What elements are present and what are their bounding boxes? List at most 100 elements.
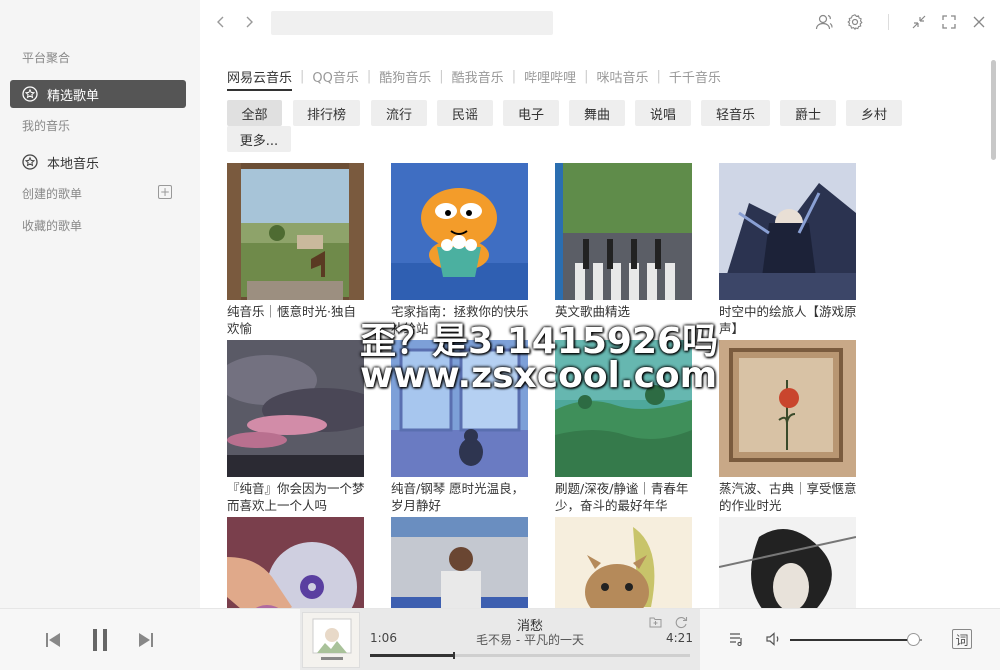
playlist-title[interactable]: 『纯音』你会因为一个梦而喜欢上一个人吗 xyxy=(227,480,365,514)
platform-tab[interactable]: 网易云音乐 xyxy=(227,67,293,91)
user-icon xyxy=(815,14,833,30)
tag-chip[interactable]: 乡村 xyxy=(846,100,902,126)
sidebar-heading-my-music: 我的音乐 xyxy=(22,119,71,133)
tag-chip[interactable]: 说唱 xyxy=(635,100,691,126)
skip-next-icon xyxy=(139,633,153,647)
playlist-queue-button[interactable] xyxy=(728,630,746,648)
add-to-playlist-button[interactable] xyxy=(648,615,662,629)
sidebar-item-created-playlists[interactable]: 创建的歌单 xyxy=(22,185,82,202)
tag-chip[interactable]: 流行 xyxy=(371,100,427,126)
sidebar-heading-platform: 平台聚合 xyxy=(22,51,71,65)
volume-slider[interactable] xyxy=(790,633,922,646)
tag-chip[interactable]: 电子 xyxy=(503,100,559,126)
user-button[interactable] xyxy=(814,12,834,32)
playlist-cover[interactable] xyxy=(555,340,692,477)
repeat-mode-button[interactable] xyxy=(673,614,689,630)
playlist-card[interactable]: 英文歌曲精选 xyxy=(555,163,693,337)
compress-icon xyxy=(912,15,926,29)
platform-tab[interactable]: 千千音乐 xyxy=(669,67,721,86)
gear-icon xyxy=(847,14,863,31)
playlist-cover[interactable] xyxy=(555,163,692,300)
platform-separator: | xyxy=(511,69,517,84)
playlist-title[interactable]: 蒸汽波、古典｜享受惬意的作业时光 xyxy=(719,480,857,514)
folder-add-icon xyxy=(649,617,661,628)
sidebar: 平台聚合 精选歌单 我的音乐 本地音乐 创建的歌单 + 收藏的歌单 xyxy=(0,0,200,608)
tag-chip[interactable]: 舞曲 xyxy=(569,100,625,126)
playlist-title[interactable]: 刷题/深夜/静谧｜青春年少，奋斗的最好年华 xyxy=(555,480,693,514)
platform-tab[interactable]: 酷我音乐 xyxy=(452,67,504,86)
tag-chip[interactable]: 更多... xyxy=(227,126,291,152)
content-scrollbar[interactable] xyxy=(991,60,996,160)
maximize-button[interactable] xyxy=(939,12,959,32)
repeat-icon xyxy=(675,617,688,629)
tag-chip[interactable]: 民谣 xyxy=(437,100,493,126)
music-app-window: 平台聚合 精选歌单 我的音乐 本地音乐 创建的歌单 + 收藏的歌单 网易云音乐 … xyxy=(0,0,1000,670)
sidebar-item-label: 本地音乐 xyxy=(47,156,100,172)
playlist-card[interactable]: 蒸汽波、古典｜享受惬意的作业时光 xyxy=(719,340,857,514)
previous-track-button[interactable] xyxy=(44,629,62,651)
playlist-card[interactable]: 刷题/深夜/静谧｜青春年少，奋斗的最好年华 xyxy=(555,340,693,514)
back-button[interactable] xyxy=(213,12,229,32)
forward-button[interactable] xyxy=(241,12,257,32)
tag-chip[interactable]: 排行榜 xyxy=(293,100,360,126)
add-playlist-button[interactable]: + xyxy=(158,185,172,199)
platform-separator: | xyxy=(366,69,372,84)
sidebar-item-label: 精选歌单 xyxy=(47,88,100,104)
platform-separator: | xyxy=(300,69,305,84)
platform-tab[interactable]: 咪咕音乐 xyxy=(596,67,648,86)
playlist-icon xyxy=(730,633,742,646)
playlist-card[interactable]: 时空中的绘旅人【游戏原声】 xyxy=(719,163,857,337)
star-icon xyxy=(22,154,38,170)
now-playing-artist: 毛不易 - 平凡的一天 xyxy=(476,633,584,647)
fullscreen-icon xyxy=(942,15,956,29)
mini-mode-button[interactable] xyxy=(909,12,929,32)
tag-chip[interactable]: 全部 xyxy=(227,100,282,126)
chevron-right-icon xyxy=(246,16,253,28)
playlist-title[interactable]: 英文歌曲精选 xyxy=(555,303,693,337)
volume-fill xyxy=(790,639,913,641)
playlist-card[interactable]: 宅家指南：拯救你的快乐补给站 xyxy=(391,163,529,337)
sidebar-item-local-music[interactable]: 本地音乐 xyxy=(10,148,186,176)
total-time: 4:21 xyxy=(666,631,693,645)
volume-button[interactable] xyxy=(765,630,783,648)
platform-tab[interactable]: 哔哩哔哩 xyxy=(524,67,576,86)
progress-handle[interactable] xyxy=(453,652,455,659)
toolbar-divider xyxy=(888,14,889,30)
playlist-title[interactable]: 时空中的绘旅人【游戏原声】 xyxy=(719,303,857,337)
playlist-title[interactable]: 纯音乐｜惬意时光·独自欢愉 xyxy=(227,303,365,337)
playlist-title[interactable]: 宅家指南：拯救你的快乐补给站 xyxy=(391,303,529,337)
playlist-cover[interactable] xyxy=(719,163,856,300)
search-input[interactable] xyxy=(271,11,553,35)
next-track-button[interactable] xyxy=(137,629,155,651)
sidebar-item-featured-playlists[interactable]: 精选歌单 xyxy=(10,80,186,108)
settings-button[interactable] xyxy=(845,12,865,32)
current-time: 1:06 xyxy=(370,631,397,645)
lyrics-button[interactable]: 词 xyxy=(952,629,972,649)
playlist-card[interactable]: 纯音/钢琴 愿时光温良，岁月静好 xyxy=(391,340,529,514)
chevron-left-icon xyxy=(217,16,224,28)
platform-tab[interactable]: 酷狗音乐 xyxy=(379,67,431,86)
playlist-title[interactable]: 纯音/钢琴 愿时光温良，岁月静好 xyxy=(391,480,529,514)
volume-handle[interactable] xyxy=(907,633,920,646)
progress-bar[interactable] xyxy=(370,652,690,659)
close-button[interactable] xyxy=(969,12,989,32)
playlist-card[interactable]: 『纯音』你会因为一个梦而喜欢上一个人吗 xyxy=(227,340,365,514)
pause-button[interactable] xyxy=(89,627,111,653)
platform-tabs: 网易云音乐 | QQ音乐 | 酷狗音乐 | 酷我音乐 | 哔哩哔哩 | 咪咕音乐 | 千千音乐 xyxy=(227,67,721,91)
playlist-cover[interactable] xyxy=(719,340,856,477)
playlist-card[interactable]: 纯音乐｜惬意时光·独自欢愉 xyxy=(227,163,365,337)
playlist-cover[interactable] xyxy=(227,163,364,300)
playlist-cover[interactable] xyxy=(391,340,528,477)
platform-separator: | xyxy=(439,69,444,84)
tag-chip[interactable]: 爵士 xyxy=(780,100,836,126)
now-playing-cover[interactable] xyxy=(302,612,360,668)
plus-icon: + xyxy=(159,185,171,199)
star-icon xyxy=(22,86,38,102)
tag-chip[interactable]: 轻音乐 xyxy=(701,100,770,126)
playlist-cover[interactable] xyxy=(227,340,364,477)
platform-tab[interactable]: QQ音乐 xyxy=(312,67,358,86)
playlist-cover[interactable] xyxy=(391,163,528,300)
sidebar-item-collected-playlists[interactable]: 收藏的歌单 xyxy=(22,217,82,234)
close-icon xyxy=(973,16,985,28)
skip-previous-icon xyxy=(46,633,60,647)
